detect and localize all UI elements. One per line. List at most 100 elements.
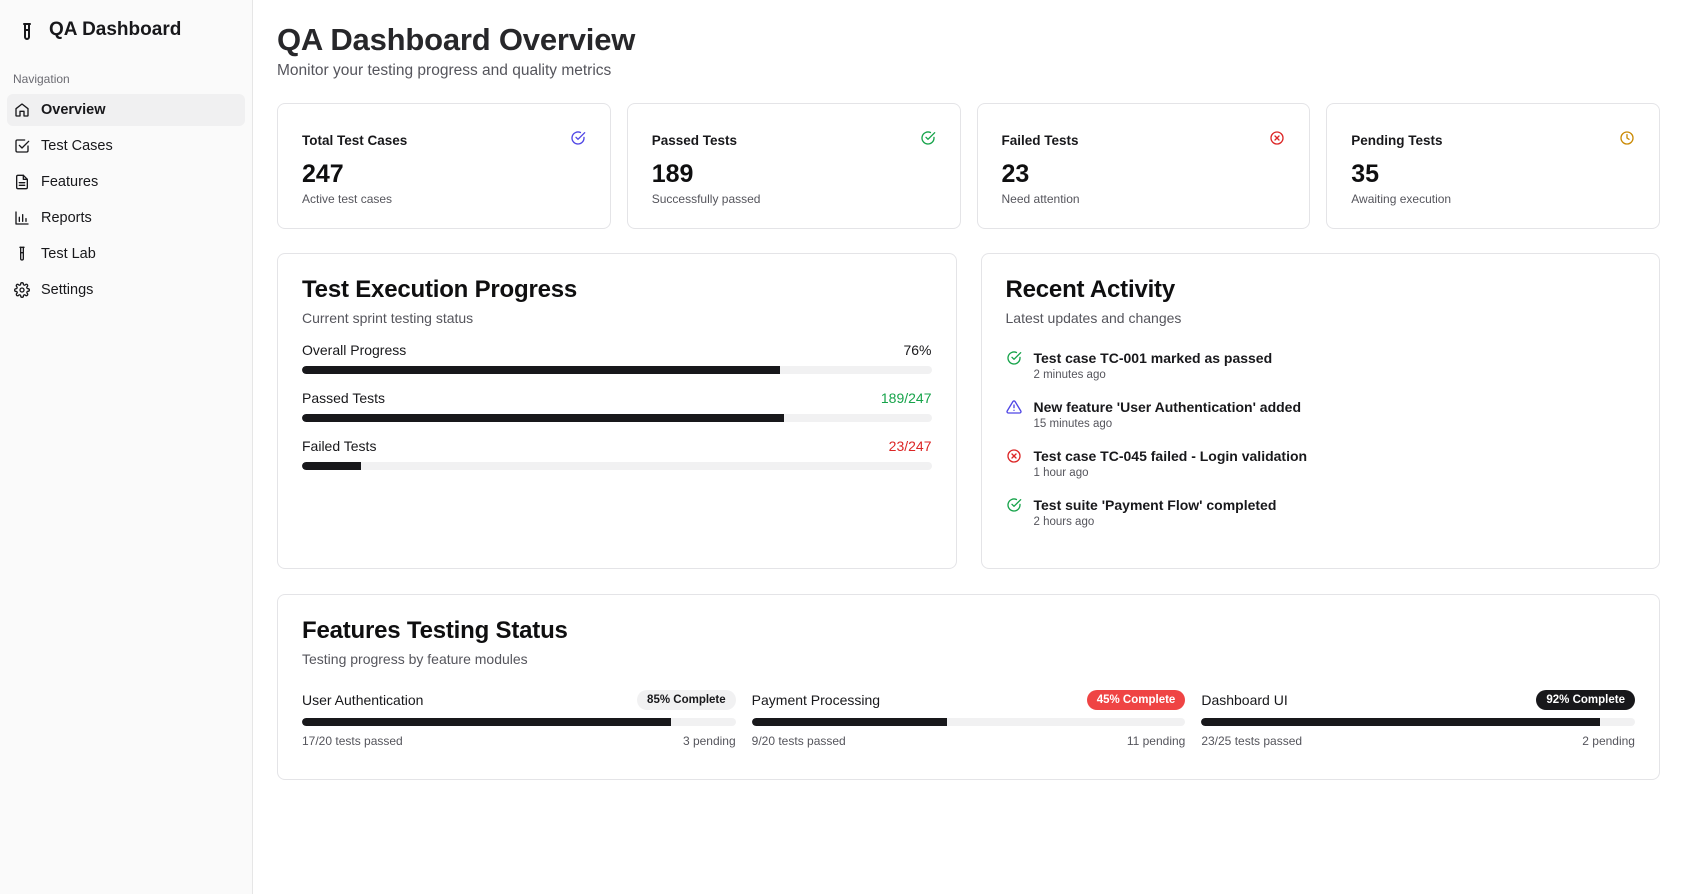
activity-time: 1 hour ago [1033,467,1089,479]
test-tube-icon [14,246,30,262]
recent-activity-panel: Recent Activity Latest updates and chang… [980,253,1660,569]
sidebar-item-overview[interactable]: Overview [7,94,245,126]
brand-title: QA Dashboard [49,19,182,40]
stat-title: Failed Tests [1001,133,1079,148]
feature-name: User Authentication [302,692,424,708]
document-icon [14,174,30,190]
progress-bar [302,462,932,470]
clock-icon [1619,130,1635,151]
feature-progress-bar [751,718,1186,726]
feature-progress-bar [1201,718,1635,726]
test-tube-icon [19,22,35,40]
x-circle-icon [1006,448,1022,464]
tests-pending: 2 pending [1582,734,1635,748]
panel-title: Features Testing Status [302,617,568,644]
activity-item: Test suite 'Payment Flow' completed 2 ho… [1006,497,1636,528]
home-icon [14,102,30,118]
sidebar-item-label: Reports [41,210,92,226]
sidebar: QA Dashboard Navigation Overview Test Ca… [0,0,253,894]
check-circle-icon [1006,350,1022,366]
progress-label: Passed Tests [302,390,386,406]
tests-pending: 11 pending [1126,734,1186,748]
features-status-panel: Features Testing Status Testing progress… [277,594,1660,780]
progress-bar-fill [302,414,784,422]
sidebar-item-test-lab[interactable]: Test Lab [7,238,245,270]
stat-description: Successfully passed [651,192,761,206]
x-circle-icon [1269,130,1285,151]
nav-section-label: Navigation [13,72,70,86]
progress-bar-fill [302,462,361,470]
status-badge: 92% Complete [1536,690,1635,710]
sidebar-item-label: Overview [41,102,106,118]
stat-title: Total Test Cases [302,133,408,148]
middle-row: Test Execution Progress Current sprint t… [277,253,1660,569]
progress-row-failed: Failed Tests 23/247 [302,438,932,470]
activity-text: Test case TC-001 marked as passed [1033,350,1273,366]
sidebar-item-reports[interactable]: Reports [7,202,245,234]
progress-bar-fill [1201,718,1601,726]
sidebar-item-label: Test Lab [41,246,96,262]
status-badge: 85% Complete [637,690,736,710]
feature-item-dashboard-ui: Dashboard UI 92% Complete 23/25 tests pa… [1201,689,1635,748]
stat-value: 247 [302,160,344,188]
panel-title: Test Execution Progress [302,276,578,303]
activity-list: Test case TC-001 marked as passed 2 minu… [1005,350,1636,528]
progress-row-passed: Passed Tests 189/247 [302,390,932,422]
stat-title: Pending Tests [1351,133,1443,148]
stat-description: Active test cases [302,192,393,206]
stat-value: 35 [1351,160,1380,188]
tests-passed: 9/20 tests passed [751,734,846,748]
stat-description: Need attention [1001,192,1080,206]
sidebar-item-settings[interactable]: Settings [7,274,245,306]
execution-progress-panel: Test Execution Progress Current sprint t… [277,253,957,569]
app-root: QA Dashboard Navigation Overview Test Ca… [0,0,1684,894]
feature-name: Dashboard UI [1201,692,1288,708]
activity-item: Test case TC-045 failed - Login validati… [1006,448,1636,479]
sidebar-item-label: Test Cases [41,138,113,154]
feature-item-payment-processing: Payment Processing 45% Complete 9/20 tes… [751,689,1186,748]
brand[interactable]: QA Dashboard [7,14,245,42]
panel-subtitle: Latest updates and changes [1005,310,1182,326]
stat-card-failed: Failed Tests 23 Need attention [976,103,1311,229]
panel-subtitle: Testing progress by feature modules [302,651,528,667]
activity-item: Test case TC-001 marked as passed 2 minu… [1006,350,1636,381]
sidebar-item-label: Settings [41,282,94,298]
stat-description: Awaiting execution [1351,192,1452,206]
feature-name: Payment Processing [751,692,881,708]
stat-value: 189 [651,160,694,188]
activity-time: 2 hours ago [1033,516,1095,528]
activity-text: Test case TC-045 failed - Login validati… [1033,448,1308,464]
stat-card-passed: Passed Tests 189 Successfully passed [626,103,961,229]
feature-progress-bar [302,718,736,726]
progress-bar [302,414,932,422]
progress-bar-fill [751,718,947,726]
stat-card-total: Total Test Cases 247 Active test cases [277,103,611,229]
progress-label: Overall Progress [302,342,407,358]
feature-item-user-authentication: User Authentication 85% Complete 17/20 t… [302,689,736,748]
gear-icon [14,282,30,298]
activity-text: New feature 'User Authentication' added [1033,399,1302,415]
progress-bar [302,366,932,374]
main-content: QA Dashboard Overview Monitor your testi… [253,0,1684,894]
sidebar-item-features[interactable]: Features [7,166,245,198]
progress-value: 23/247 [888,438,932,454]
stat-title: Passed Tests [651,133,738,148]
progress-label: Failed Tests [302,438,377,454]
activity-time: 15 minutes ago [1033,418,1113,430]
progress-value: 76% [903,342,932,358]
bar-chart-icon [14,210,30,226]
check-circle-icon [1006,497,1022,513]
activity-item: New feature 'User Authentication' added … [1005,399,1636,430]
checkbox-icon [14,138,30,154]
warning-triangle-icon [1005,399,1022,415]
stat-value: 23 [1001,160,1030,188]
panel-title: Recent Activity [1005,276,1176,303]
check-circle-icon [570,130,586,151]
page-subtitle: Monitor your testing progress and qualit… [277,62,612,79]
tests-pending: 3 pending [682,734,736,748]
stat-card-pending: Pending Tests 35 Awaiting execution [1326,103,1660,229]
sidebar-item-test-cases[interactable]: Test Cases [7,130,245,162]
features-grid: User Authentication 85% Complete 17/20 t… [302,689,1635,748]
tests-passed: 23/25 tests passed [1201,734,1303,748]
tests-passed: 17/20 tests passed [302,734,403,748]
